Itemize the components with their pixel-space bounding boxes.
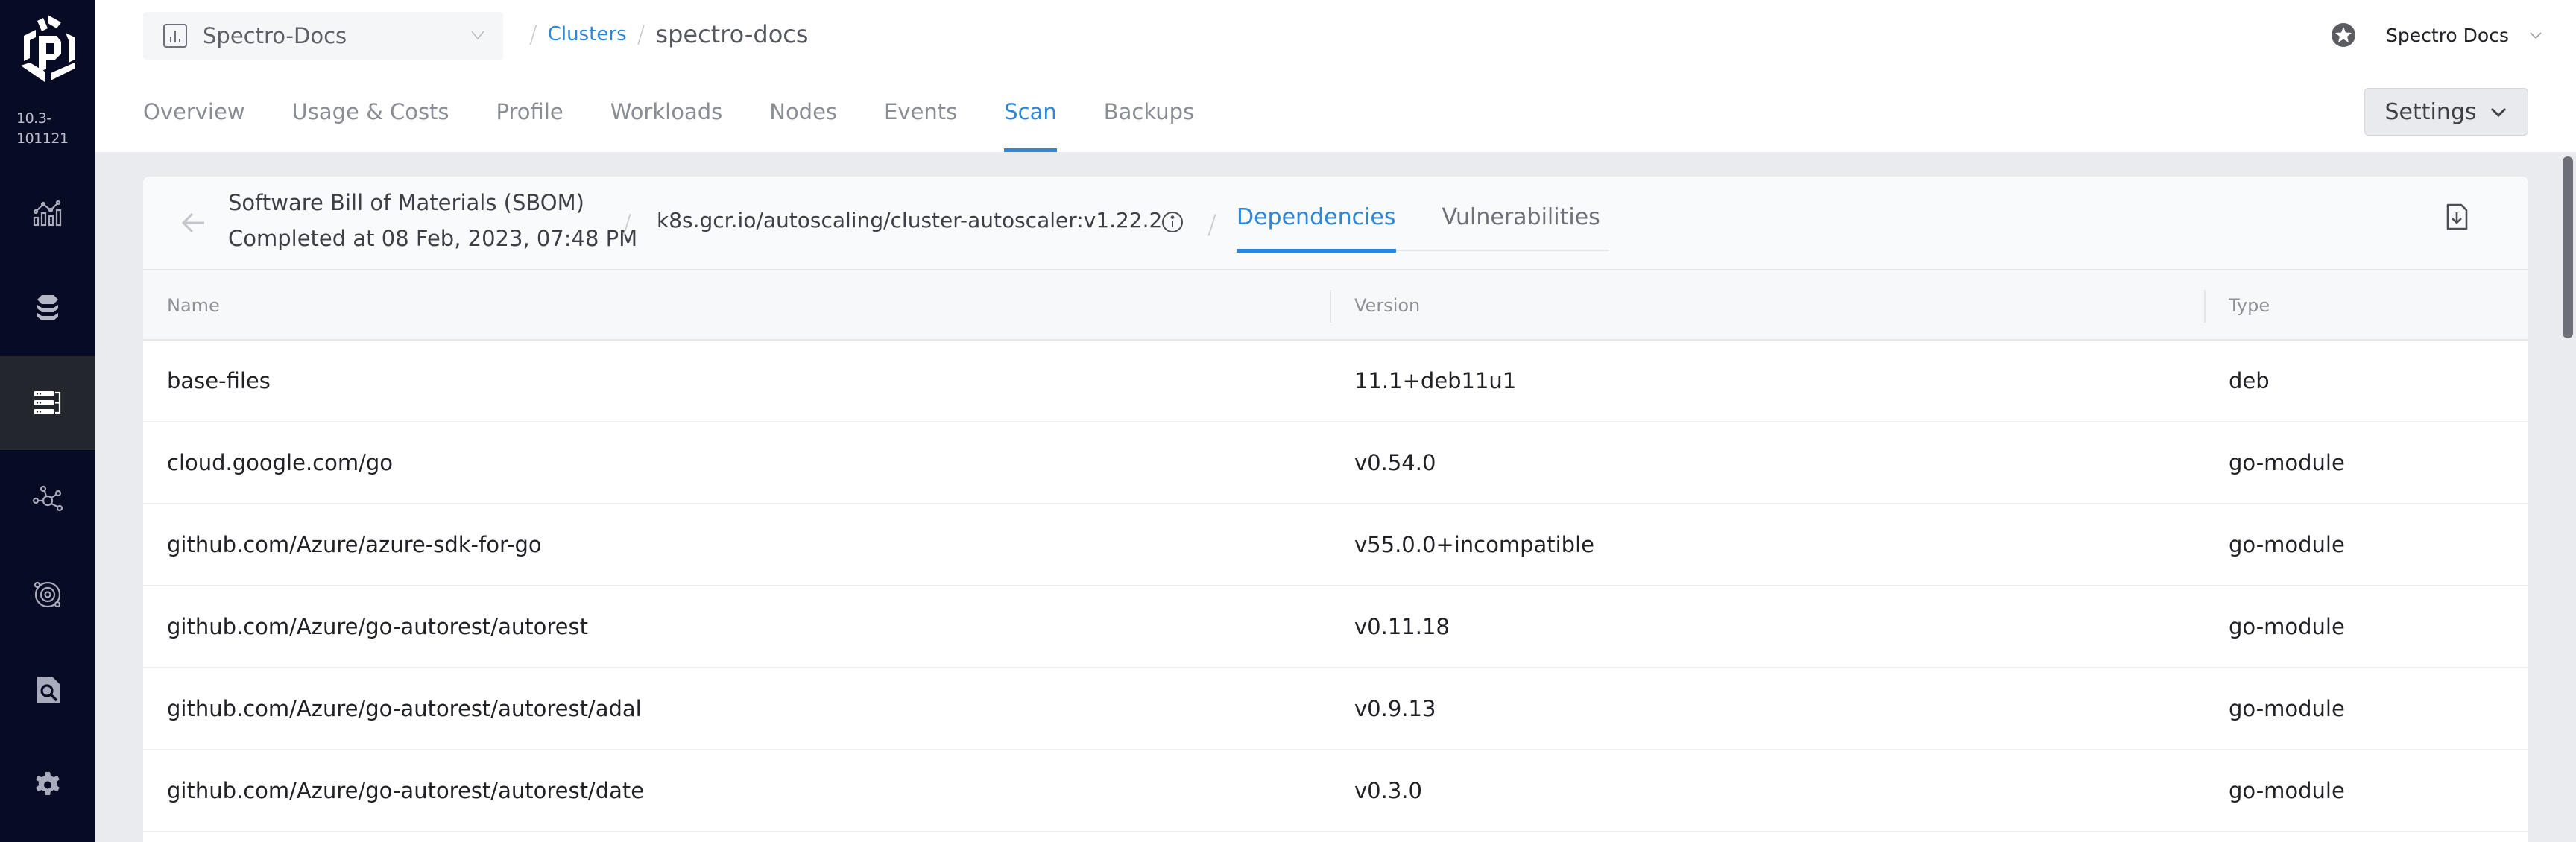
cell-name: github.com/Azure/azure-sdk-for-go [167,532,542,557]
version-label: 10.3- 101121 [16,109,69,149]
sidebar-item-audit[interactable] [0,643,95,737]
breadcrumb-current: spectro-docs [655,20,809,48]
star-badge-icon [2332,23,2356,47]
spectro-logo-icon[interactable] [15,13,80,85]
orbit-icon [34,581,61,608]
sidebar-item-network[interactable] [0,452,95,546]
chevron-down-icon [2490,107,2506,118]
cell-version: v55.0.0+incompatible [1354,532,1594,557]
network-icon [32,485,63,512]
settings-label: Settings [2384,98,2477,125]
table-row[interactable]: github.com/Azure/go-autorest/autorest/da… [143,750,2528,832]
chart-icon [33,200,62,227]
server-list-icon [34,391,61,414]
scrollbar-thumb[interactable] [2563,156,2573,338]
breadcrumb-clusters-link[interactable]: Clusters [548,23,627,45]
cell-type: go-module [2229,778,2345,803]
download-file-icon[interactable] [2442,202,2472,232]
user-name: Spectro Docs [2386,24,2509,46]
settings-dropdown-button[interactable]: Settings [2364,88,2528,136]
sbom-header: Software Bill of Materials (SBOM) Comple… [143,177,2528,270]
table-body: base-files 11.1+deb11u1 deb cloud.google.co… [143,341,2528,832]
info-icon[interactable] [1160,209,1185,235]
table-row[interactable]: github.com/Azure/go-autorest/autorest/ad… [143,668,2528,750]
database-icon [37,295,58,320]
cell-name: github.com/Azure/go-autorest/autorest [167,614,588,639]
cell-name: github.com/Azure/go-autorest/autorest/da… [167,778,645,803]
sidebar-item-dashboard[interactable] [0,166,95,260]
cell-version: v0.3.0 [1354,778,1422,803]
sidebar-item-clusters[interactable] [0,356,95,450]
project-name: Spectro-Docs [203,23,347,48]
breadcrumb: / Clusters / spectro-docs [529,18,809,51]
cell-type: go-module [2229,532,2345,557]
tab-scan[interactable]: Scan [1004,92,1057,152]
tab-overview[interactable]: Overview [143,92,245,152]
column-divider [1330,290,1331,323]
cluster-tabs: Overview Usage & Costs Profile Workloads… [143,92,1241,152]
cell-name: base-files [167,368,271,393]
sbom-card: Software Bill of Materials (SBOM) Comple… [143,177,2528,842]
table-row[interactable]: cloud.google.com/go v0.54.0 go-module [143,422,2528,504]
project-chart-icon [163,24,187,48]
tab-nodes[interactable]: Nodes [769,92,837,152]
cell-type: go-module [2229,696,2345,721]
sidebar-item-settings[interactable] [0,738,95,832]
chevron-down-icon [471,31,484,40]
app-root: 10.3- 101121 Spectro-Docs / Clusters / s… [0,0,2576,842]
breadcrumb-separator: / [637,20,645,48]
cell-name: github.com/Azure/go-autorest/autorest/ad… [167,696,642,721]
cell-version: v0.54.0 [1354,450,1436,475]
top-header: Spectro-Docs / Clusters / spectro-docs S… [95,0,2576,152]
dependencies-table: Name Version Type base-files 11.1+deb11u1… [143,270,2528,832]
sbom-tabs: Dependencies Vulnerabilities [1237,177,1609,253]
tab-profile[interactable]: Profile [496,92,564,152]
scrollbar[interactable] [2555,152,2576,842]
sidebar: 10.3- 101121 [0,0,95,842]
project-selector[interactable]: Spectro-Docs [143,12,503,60]
header-separator: / [622,209,632,240]
cell-version: v0.9.13 [1354,696,1436,721]
table-row[interactable]: github.com/Azure/go-autorest/autorest v0.… [143,586,2528,668]
cell-version: 11.1+deb11u1 [1354,368,1517,393]
table-row[interactable]: github.com/Azure/azure-sdk-for-go v55.0.0… [143,504,2528,586]
sidebar-item-workspaces[interactable] [0,548,95,642]
tab-dependencies[interactable]: Dependencies [1237,177,1396,253]
column-header-version[interactable]: Version [1354,270,1420,341]
cell-type: go-module [2229,450,2345,475]
tab-vulnerabilities[interactable]: Vulnerabilities [1442,177,1600,251]
tab-backups[interactable]: Backups [1104,92,1194,152]
tab-usage-costs[interactable]: Usage & Costs [292,92,449,152]
table-row[interactable]: base-files 11.1+deb11u1 deb [143,341,2528,422]
cell-type: go-module [2229,614,2345,639]
image-name: k8s.gcr.io/autoscaling/cluster-autoscale… [657,208,1163,232]
column-header-name[interactable]: Name [167,270,220,341]
cell-name: cloud.google.com/go [167,450,394,475]
user-menu[interactable]: Spectro Docs [2331,16,2543,54]
header-separator: / [1208,209,1217,240]
tab-workloads[interactable]: Workloads [610,92,723,152]
breadcrumb-separator: / [529,20,537,48]
gear-icon [36,772,60,795]
back-arrow-icon[interactable] [177,206,210,239]
cell-version: v0.11.18 [1354,614,1450,639]
file-search-icon [37,677,60,703]
version-line-2: 101121 [16,130,69,147]
version-line-1: 10.3- [16,110,51,127]
sidebar-item-projects[interactable] [0,262,95,355]
sbom-completed-at: Completed at 08 Feb, 2023, 07:48 PM [228,226,638,251]
cell-type: deb [2229,368,2270,393]
table-header: Name Version Type [143,270,2528,341]
chevron-down-icon [2530,32,2542,39]
tab-events[interactable]: Events [884,92,957,152]
column-header-type[interactable]: Type [2229,270,2270,341]
column-divider [2204,290,2206,323]
sbom-title: Software Bill of Materials (SBOM) [228,190,584,215]
